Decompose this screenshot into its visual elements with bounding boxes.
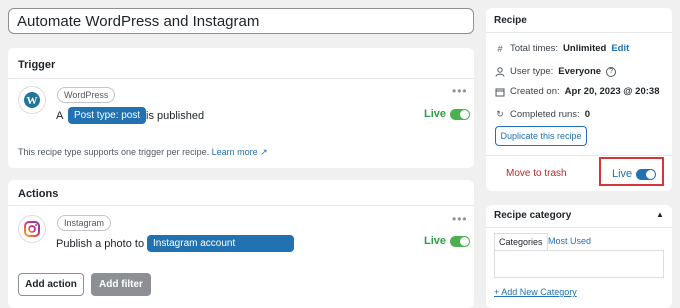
calendar-icon [495,87,505,97]
total-times-row: # Total times: Unlimited Edit [495,43,629,54]
learn-more-link[interactable]: Learn more [212,147,258,157]
completed-runs-row: ↻ Completed runs: 0 [495,109,590,120]
user-type-value: Everyone [558,66,602,77]
completed-runs-label: Completed runs: [510,109,580,120]
tab-most-used[interactable]: Most Used [548,236,591,246]
edit-total-times-link[interactable]: Edit [611,43,629,54]
recipe-toggle-switch[interactable] [636,168,657,180]
trigger-toggle-switch[interactable] [450,108,471,120]
recipe-panel-divider [486,32,672,33]
action-sentence-prefix: Publish a photo to [56,238,145,250]
add-filter-button[interactable]: Add filter [91,273,151,296]
add-action-button[interactable]: Add action [18,273,84,296]
action-live-toggle[interactable]: Live [424,235,471,247]
completed-runs-value: 0 [584,109,590,120]
svg-text:W: W [27,95,38,107]
help-icon[interactable]: ? [606,66,617,77]
recipe-live-toggle[interactable]: Live [612,168,657,180]
duplicate-recipe-button[interactable]: Duplicate this recipe [495,126,587,146]
actions-heading: Actions [18,188,59,200]
trigger-heading: Trigger [18,59,56,71]
add-new-category-link[interactable]: + Add New Category [494,287,577,297]
trigger-sentence-prefix: A [56,110,64,122]
created-on-label: Created on: [510,86,560,97]
move-to-trash-link[interactable]: Move to trash [506,168,567,179]
recipe-panel-heading: Recipe [494,15,527,26]
instagram-icon [18,215,46,243]
trigger-token-post-type[interactable]: Post type: post [68,107,147,124]
trigger-more-icon[interactable]: ••• [452,84,468,98]
actions-card: Actions Instagram Publish a photo to Ins… [8,180,474,308]
user-type-row: User type: Everyone ? [495,66,617,77]
user-type-label: User type: [510,66,554,77]
action-integration-label: Instagram [57,215,112,231]
action-token-instagram-account[interactable]: Instagram account [147,235,294,252]
created-on-value: Apr 20, 2023 @ 20:38 [564,86,660,97]
tab-categories[interactable]: Categories [494,233,548,250]
action-toggle-switch[interactable] [450,235,471,247]
trigger-note: This recipe type supports one trigger pe… [18,147,268,158]
hash-icon: # [497,43,503,54]
action-live-label: Live [424,235,447,247]
recipe-panel-footer-divider [486,155,672,156]
total-times-label: Total times: [510,43,559,54]
category-panel-heading: Recipe category [494,210,572,221]
trigger-card: Trigger W WordPress A Post type: post is… [8,48,474,168]
category-list-box[interactable] [494,250,664,278]
recipe-panel: Recipe # Total times: Unlimited Edit Use… [486,8,672,191]
recipe-title-input[interactable]: Automate WordPress and Instagram [8,8,474,34]
refresh-icon: ↻ [496,109,504,119]
category-panel-divider [486,227,672,228]
collapse-icon[interactable]: ▲ [656,210,664,219]
category-panel: Recipe category ▲ Categories Most Used +… [486,205,672,308]
actions-divider [8,205,474,206]
trigger-live-label: Live [424,108,447,120]
trigger-integration-label: WordPress [57,87,116,103]
trigger-note-text: This recipe type supports one trigger pe… [18,147,210,157]
recipe-live-label: Live [612,168,633,180]
trigger-sentence-suffix: is published [146,110,205,122]
trigger-live-toggle[interactable]: Live [424,108,471,120]
external-link-icon: ↗ [260,147,268,157]
user-icon [495,66,505,77]
wordpress-icon: W [18,86,46,114]
total-times-value: Unlimited [563,43,607,54]
created-on-row: Created on: Apr 20, 2023 @ 20:38 [495,86,659,97]
trigger-divider [8,78,474,79]
action-more-icon[interactable]: ••• [452,212,468,226]
